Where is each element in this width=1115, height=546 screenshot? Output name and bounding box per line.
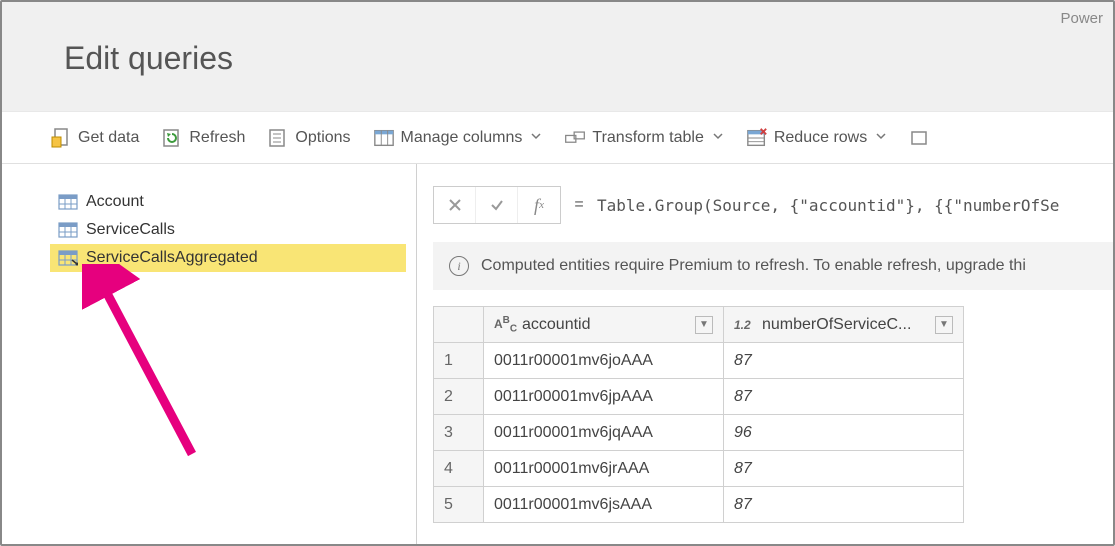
- query-item-servicecallsaggregated[interactable]: ServiceCallsAggregated: [50, 244, 406, 272]
- formula-input[interactable]: Table.Group(Source, {"accountid"}, {{"nu…: [597, 196, 1059, 215]
- chevron-down-icon: [875, 129, 887, 147]
- header: Power Edit queries: [2, 2, 1113, 112]
- formula-bar: fx = Table.Group(Source, {"accountid"}, …: [433, 186, 1113, 224]
- column-name: accountid: [522, 316, 591, 334]
- get-data-label: Get data: [78, 129, 139, 147]
- number-type-icon: 1.2: [734, 318, 756, 332]
- cell-accountid[interactable]: 0011r00001mv6jsAAA: [484, 487, 724, 523]
- reduce-rows-icon: [746, 127, 768, 149]
- table-row[interactable]: 3 0011r00001mv6jqAAA 96: [434, 415, 964, 451]
- refresh-icon: [161, 127, 183, 149]
- transform-table-icon: [564, 127, 586, 149]
- chevron-down-icon: [712, 129, 724, 147]
- text-type-icon: ABC: [494, 315, 516, 334]
- table-row[interactable]: 1 0011r00001mv6joAAA 87: [434, 343, 964, 379]
- cell-value[interactable]: 96: [724, 415, 964, 451]
- manage-columns-label: Manage columns: [401, 129, 523, 147]
- manage-columns-icon: [373, 127, 395, 149]
- get-data-button[interactable]: Get data: [42, 123, 147, 153]
- info-banner: i Computed entities require Premium to r…: [433, 242, 1113, 290]
- toolbar: Get data Refresh Options Manage columns …: [2, 112, 1113, 164]
- options-label: Options: [295, 129, 350, 147]
- data-table: ABC accountid ▼ 1.2 numberOfServiceC... …: [433, 306, 964, 523]
- computed-table-icon: [58, 249, 78, 267]
- cell-accountid[interactable]: 0011r00001mv6jrAAA: [484, 451, 724, 487]
- info-text: Computed entities require Premium to ref…: [481, 257, 1026, 275]
- formula-actions: fx: [433, 186, 561, 224]
- cell-accountid[interactable]: 0011r00001mv6jpAAA: [484, 379, 724, 415]
- column-filter-button[interactable]: ▼: [695, 316, 713, 334]
- table-icon: [58, 193, 78, 211]
- column-filter-button[interactable]: ▼: [935, 316, 953, 334]
- row-number: 3: [434, 415, 484, 451]
- row-number-header[interactable]: [434, 307, 484, 343]
- reduce-rows-button[interactable]: Reduce rows: [738, 123, 895, 153]
- get-data-icon: [50, 127, 72, 149]
- more-tool-button[interactable]: [901, 123, 939, 153]
- row-number: 2: [434, 379, 484, 415]
- transform-table-button[interactable]: Transform table: [556, 123, 731, 153]
- refresh-label: Refresh: [189, 129, 245, 147]
- table-row[interactable]: 2 0011r00001mv6jpAAA 87: [434, 379, 964, 415]
- row-number: 5: [434, 487, 484, 523]
- query-item-servicecalls[interactable]: ServiceCalls: [50, 216, 406, 244]
- formula-cancel-button[interactable]: [434, 187, 476, 223]
- cell-accountid[interactable]: 0011r00001mv6joAAA: [484, 343, 724, 379]
- column-header-accountid[interactable]: ABC accountid ▼: [484, 307, 724, 343]
- row-number: 4: [434, 451, 484, 487]
- more-tool-icon: [909, 127, 931, 149]
- cell-value[interactable]: 87: [724, 451, 964, 487]
- table-icon: [58, 221, 78, 239]
- annotation-arrow: [82, 264, 242, 467]
- row-number: 1: [434, 343, 484, 379]
- query-item-account[interactable]: Account: [50, 188, 406, 216]
- options-icon: [267, 127, 289, 149]
- formula-commit-button[interactable]: [476, 187, 518, 223]
- query-label: ServiceCallsAggregated: [86, 249, 258, 267]
- query-label: ServiceCalls: [86, 221, 175, 239]
- table-row[interactable]: 4 0011r00001mv6jrAAA 87: [434, 451, 964, 487]
- transform-table-label: Transform table: [592, 129, 703, 147]
- brand-label: Power: [1060, 10, 1103, 27]
- cell-accountid[interactable]: 0011r00001mv6jqAAA: [484, 415, 724, 451]
- body-area: Account ServiceCalls ServiceCallsAggrega…: [2, 164, 1113, 544]
- query-label: Account: [86, 193, 144, 211]
- manage-columns-button[interactable]: Manage columns: [365, 123, 551, 153]
- cell-value[interactable]: 87: [724, 379, 964, 415]
- options-button[interactable]: Options: [259, 123, 358, 153]
- column-header-numberofservicec[interactable]: 1.2 numberOfServiceC... ▼: [724, 307, 964, 343]
- chevron-down-icon: [530, 129, 542, 147]
- cell-value[interactable]: 87: [724, 487, 964, 523]
- main-area: fx = Table.Group(Source, {"accountid"}, …: [417, 164, 1113, 544]
- reduce-rows-label: Reduce rows: [774, 129, 867, 147]
- formula-equals: =: [561, 196, 597, 214]
- cell-value[interactable]: 87: [724, 343, 964, 379]
- queries-sidebar: Account ServiceCalls ServiceCallsAggrega…: [2, 164, 417, 544]
- column-name: numberOfServiceC...: [762, 316, 911, 334]
- refresh-button[interactable]: Refresh: [153, 123, 253, 153]
- table-row[interactable]: 5 0011r00001mv6jsAAA 87: [434, 487, 964, 523]
- info-icon: i: [449, 256, 469, 276]
- page-title: Edit queries: [64, 2, 1113, 77]
- formula-fx-button[interactable]: fx: [518, 187, 560, 223]
